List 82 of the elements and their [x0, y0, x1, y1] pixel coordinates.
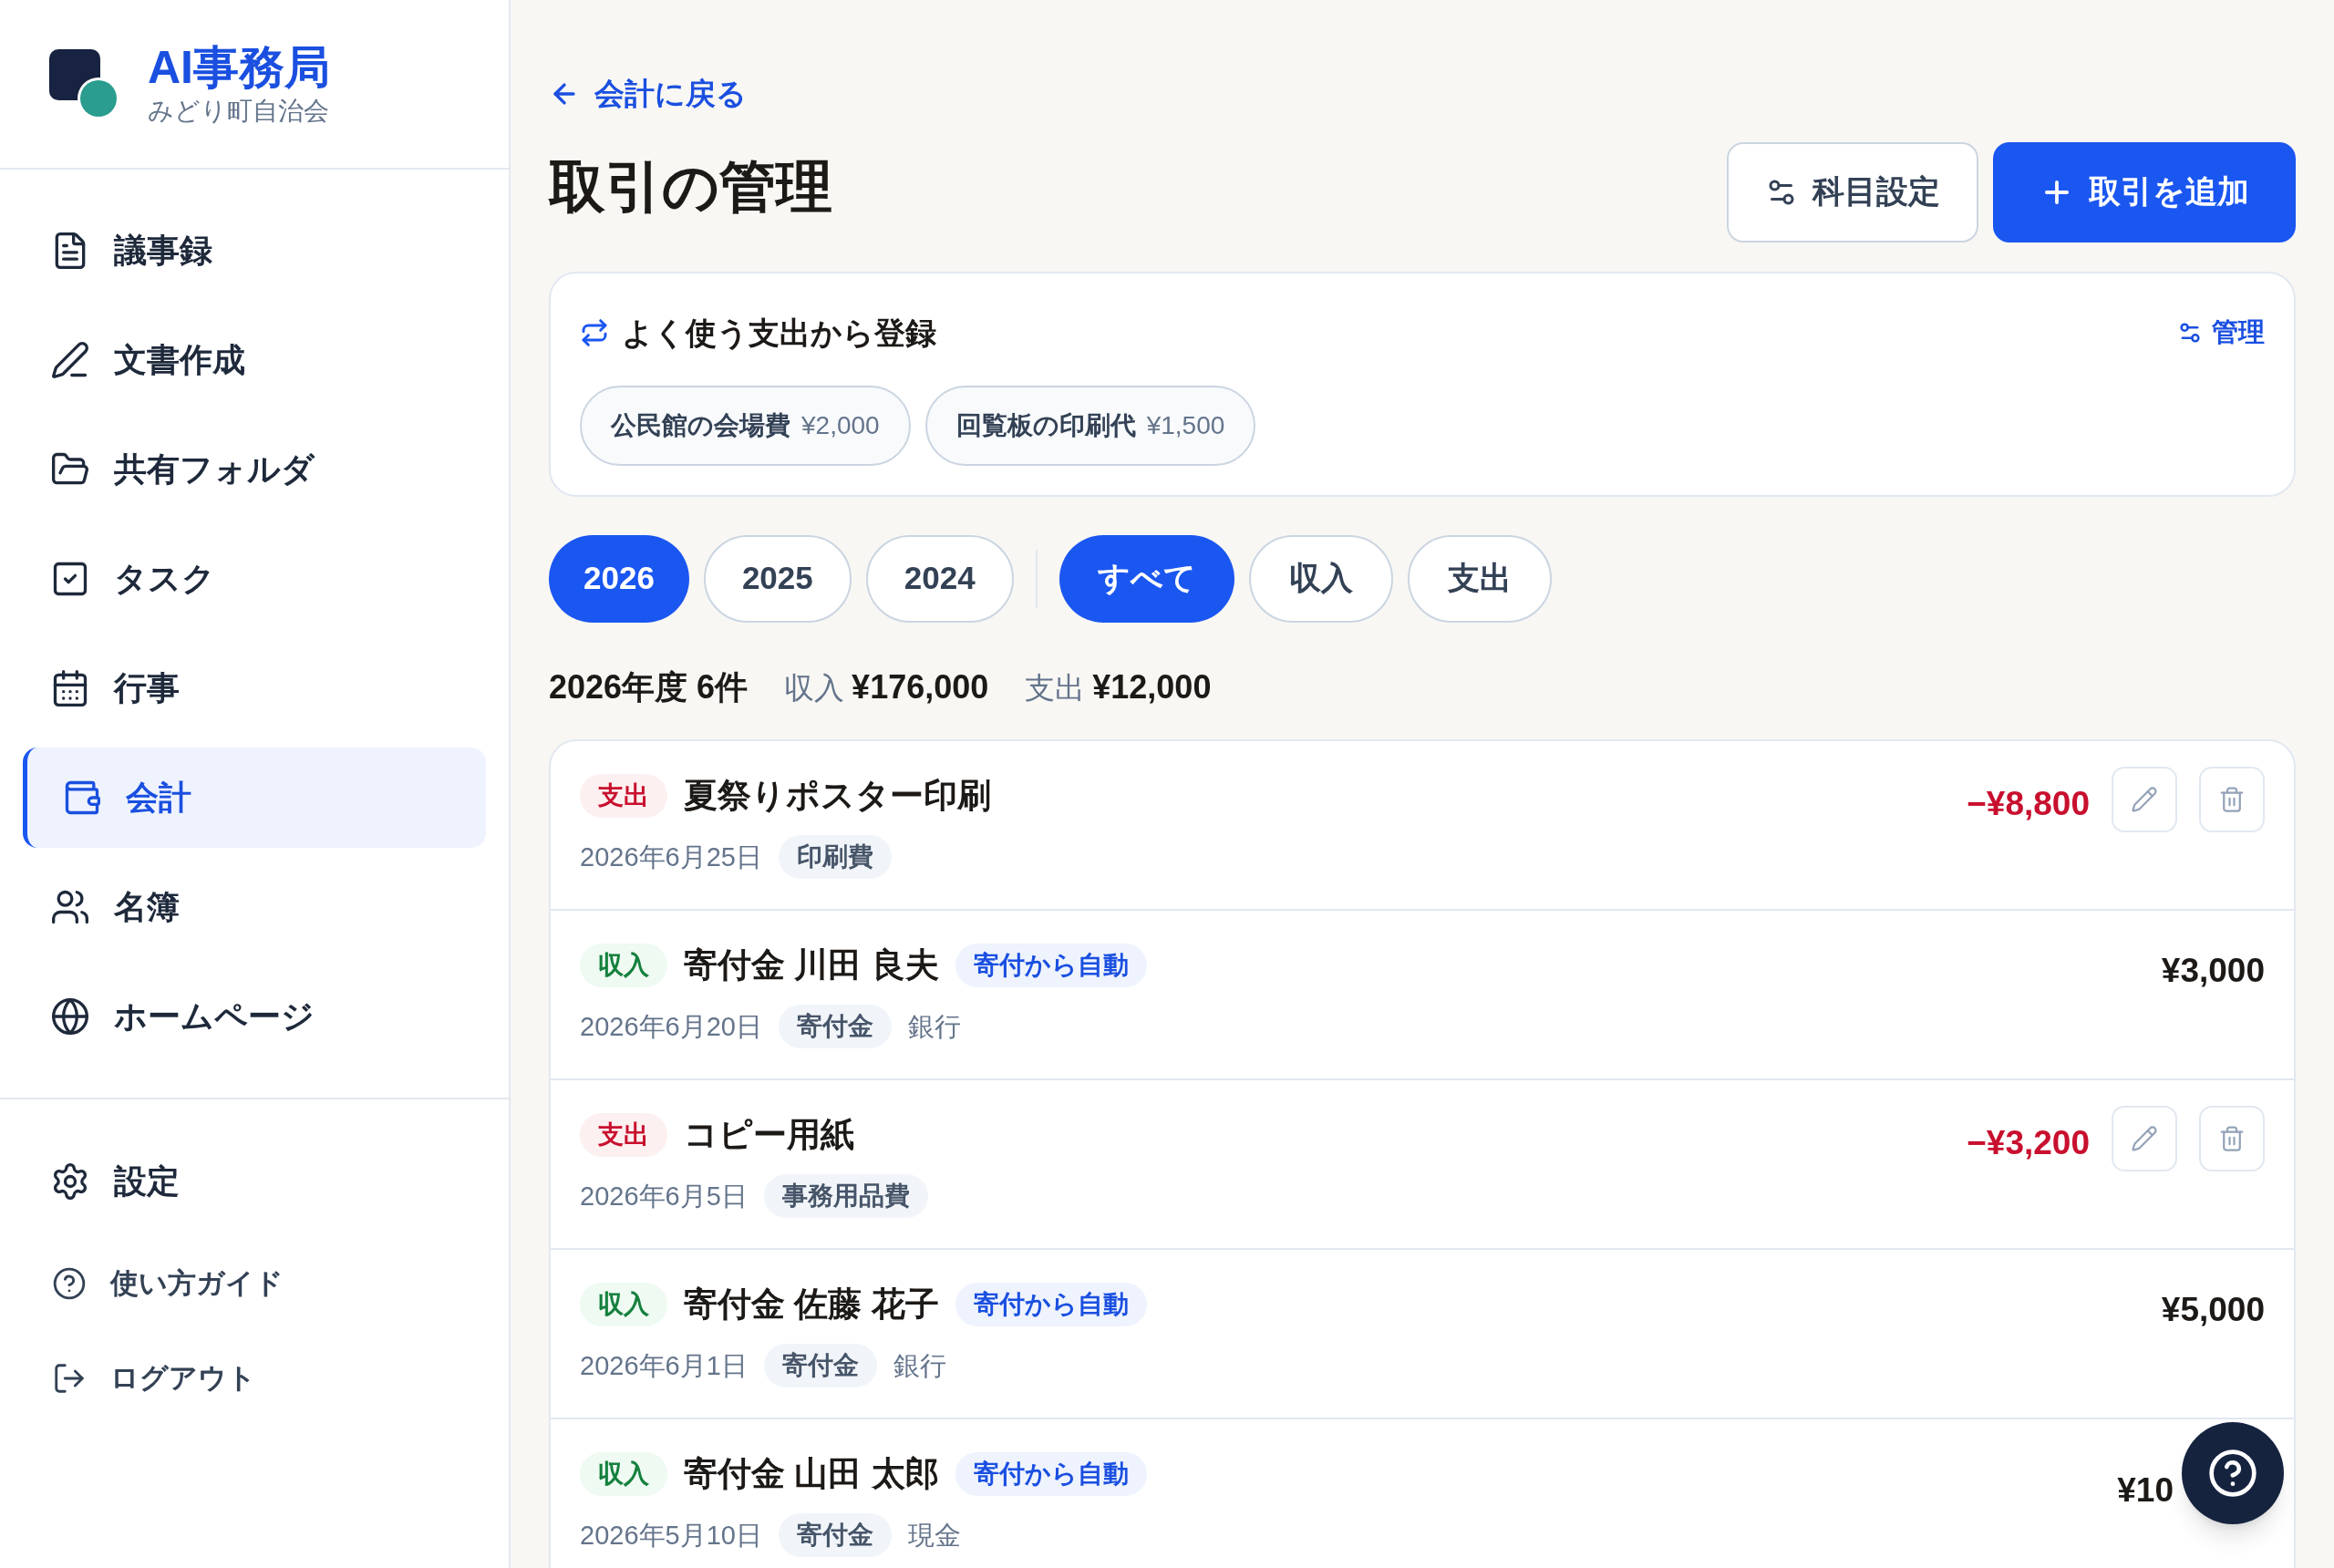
type-badge: 収入 — [580, 1282, 667, 1326]
trash-icon — [2218, 785, 2246, 813]
transaction-title: 寄付金 佐藤 花子 — [684, 1284, 939, 1325]
edit-button[interactable] — [2112, 1105, 2177, 1171]
pen-icon — [50, 340, 90, 380]
quick-entry-title: よく使う支出から登録 — [622, 314, 936, 352]
transaction-date: 2026年6月20日 — [580, 1010, 762, 1043]
year-filter-pill[interactable]: 2024 — [865, 534, 1014, 623]
auto-tag: 寄付から自動 — [955, 943, 1147, 987]
transaction-amount: ¥10 — [2117, 1470, 2174, 1511]
nav-item[interactable]: ホームページ — [23, 966, 486, 1067]
footer-nav-item[interactable]: ログアウト — [23, 1331, 486, 1426]
help-icon — [52, 1266, 87, 1301]
edit-button[interactable] — [2112, 766, 2177, 832]
income-label: 収入 — [784, 669, 845, 707]
type-badge: 支出 — [580, 1112, 667, 1157]
transaction-row[interactable]: 支出 コピー用紙 2026年6月5日 事務用品費 −¥3,200 — [551, 1079, 2294, 1250]
app-subtitle: みどり町自治会 — [148, 96, 330, 127]
transaction-amount: ¥5,000 — [2161, 1289, 2265, 1330]
year-filter-pill[interactable]: 2025 — [703, 534, 852, 623]
summary-period: 2026年度 6件 — [549, 666, 749, 707]
page-title: 取引の管理 — [549, 154, 832, 220]
type-filter-pill[interactable]: 収入 — [1248, 534, 1393, 623]
delete-button[interactable] — [2199, 766, 2265, 832]
category-tag: 寄付金 — [778, 1005, 892, 1049]
type-badge: 収入 — [580, 1451, 667, 1496]
trash-icon — [2218, 1124, 2246, 1152]
quick-expense-chip[interactable]: 公民館の会場費 ¥2,000 — [580, 385, 911, 466]
transaction-title: 夏祭りポスター印刷 — [684, 775, 991, 816]
footer-nav-item[interactable]: 設定 — [23, 1127, 486, 1236]
type-filter-pill[interactable]: すべて — [1059, 534, 1234, 623]
auto-tag: 寄付から自動 — [955, 1282, 1147, 1326]
repeat-icon — [580, 318, 609, 347]
add-transaction-button[interactable]: 取引を追加 — [1993, 141, 2296, 242]
transaction-title: コピー用紙 — [684, 1114, 854, 1155]
category-settings-button[interactable]: 科目設定 — [1727, 141, 1978, 242]
nav-item[interactable]: 議事録 — [23, 201, 486, 301]
transaction-row[interactable]: 収入 寄付金 佐藤 花子 寄付から自動 2026年6月1日 寄付金 銀行 ¥5,000 — [551, 1249, 2294, 1419]
delete-button[interactable] — [2199, 1105, 2265, 1171]
income-total: ¥176,000 — [852, 666, 989, 707]
transaction-date: 2026年6月5日 — [580, 1180, 748, 1212]
pencil-icon — [2131, 1124, 2158, 1152]
transaction-amount: ¥3,000 — [2161, 950, 2265, 991]
transaction-date: 2026年6月25日 — [580, 841, 762, 873]
nav-item[interactable]: 共有フォルダ — [23, 419, 486, 520]
quick-expense-chip[interactable]: 回覧板の印刷代 ¥1,500 — [924, 385, 1256, 466]
transaction-row[interactable]: 収入 寄付金 川田 良夫 寄付から自動 2026年6月20日 寄付金 銀行 ¥3,000 — [551, 910, 2294, 1080]
nav-item[interactable]: 文書作成 — [23, 310, 486, 410]
pencil-icon — [2131, 785, 2158, 813]
type-badge: 支出 — [580, 773, 667, 818]
account-label: 銀行 — [893, 1349, 946, 1382]
type-filter-pill[interactable]: 支出 — [1407, 534, 1552, 623]
globe-icon — [50, 996, 90, 1037]
year-filter-pill[interactable]: 2026 — [549, 534, 689, 623]
logout-icon — [52, 1361, 87, 1396]
transaction-date: 2026年6月1日 — [580, 1349, 748, 1382]
sliders-icon — [2177, 320, 2203, 346]
nav-item[interactable]: タスク — [23, 529, 486, 629]
category-tag: 寄付金 — [778, 1513, 892, 1558]
nav-item[interactable]: 会計 — [23, 748, 486, 848]
expense-total: ¥12,000 — [1092, 666, 1212, 707]
type-badge: 収入 — [580, 943, 667, 987]
expense-label: 支出 — [1025, 669, 1086, 707]
category-tag: 印刷費 — [778, 835, 892, 880]
nav-item[interactable]: 名簿 — [23, 857, 486, 957]
transaction-title: 寄付金 川田 良夫 — [684, 944, 939, 985]
account-label: 現金 — [907, 1519, 961, 1552]
manage-link[interactable]: 管理 — [2177, 313, 2265, 353]
transaction-date: 2026年5月10日 — [580, 1519, 762, 1552]
help-icon — [2207, 1448, 2258, 1499]
category-tag: 寄付金 — [763, 1344, 877, 1388]
app-title: AI事務局 — [148, 41, 330, 95]
nav-item[interactable]: 行事 — [23, 638, 486, 738]
back-link[interactable]: 会計に戻る — [549, 71, 747, 117]
transaction-amount: −¥3,200 — [1967, 1122, 2090, 1163]
transaction-amount: −¥8,800 — [1967, 783, 2090, 824]
category-tag: 事務用品費 — [763, 1174, 928, 1219]
footer-nav-item[interactable]: 使い方ガイド — [23, 1236, 486, 1331]
transaction-row[interactable]: 支出 夏祭りポスター印刷 2026年6月25日 印刷費 −¥8,800 — [551, 740, 2294, 911]
transaction-title: 寄付金 山田 太郎 — [684, 1453, 939, 1494]
account-label: 銀行 — [907, 1010, 961, 1043]
auto-tag: 寄付から自動 — [955, 1451, 1147, 1496]
